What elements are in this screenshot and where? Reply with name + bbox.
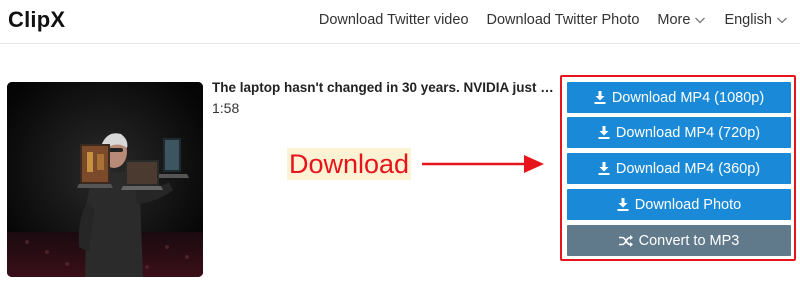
- nav-download-twitter-video[interactable]: Download Twitter video: [319, 12, 469, 28]
- video-title: The laptop hasn't changed in 30 years. N…: [212, 80, 557, 95]
- presenter-with-laptops-image: [7, 82, 203, 277]
- button-label: Download MP4 (1080p): [611, 89, 765, 106]
- arrow-right-icon: [422, 155, 544, 173]
- button-label: Download MP4 (360p): [615, 160, 761, 177]
- nav-label: More: [657, 12, 691, 28]
- button-label: Download Photo: [634, 196, 742, 213]
- top-bar: ClipX Download Twitter video Download Tw…: [0, 0, 800, 44]
- site-logo[interactable]: ClipX: [8, 7, 65, 33]
- chevron-down-icon: [777, 17, 787, 24]
- button-label: Download MP4 (720p): [615, 124, 761, 141]
- download-icon: [598, 126, 610, 139]
- nav-language-dropdown[interactable]: English: [724, 12, 788, 28]
- nav-label: Download Twitter Photo: [486, 12, 640, 28]
- download-icon: [598, 162, 610, 175]
- button-label: Convert to MP3: [638, 232, 740, 249]
- download-annotation: Download: [287, 148, 412, 180]
- download-mp4-1080p-button[interactable]: Download MP4 (1080p): [567, 82, 791, 113]
- video-thumbnail[interactable]: [7, 82, 203, 277]
- download-photo-button[interactable]: Download Photo: [567, 189, 791, 220]
- download-icon: [594, 91, 606, 104]
- nav-download-twitter-photo[interactable]: Download Twitter Photo: [487, 12, 640, 28]
- nav-label: English: [724, 12, 772, 28]
- download-icon: [617, 198, 629, 211]
- nav-label: Download Twitter video: [318, 12, 469, 28]
- download-mp4-720p-button[interactable]: Download MP4 (720p): [567, 117, 791, 148]
- shuffle-icon: [618, 234, 633, 247]
- download-mp4-360p-button[interactable]: Download MP4 (360p): [567, 153, 791, 184]
- main-nav: Download Twitter video Download Twitter …: [319, 0, 800, 40]
- nav-more-dropdown[interactable]: More: [657, 12, 706, 28]
- chevron-down-icon: [695, 17, 706, 24]
- convert-to-mp3-button[interactable]: Convert to MP3: [567, 225, 791, 256]
- video-duration: 1:58: [212, 100, 240, 116]
